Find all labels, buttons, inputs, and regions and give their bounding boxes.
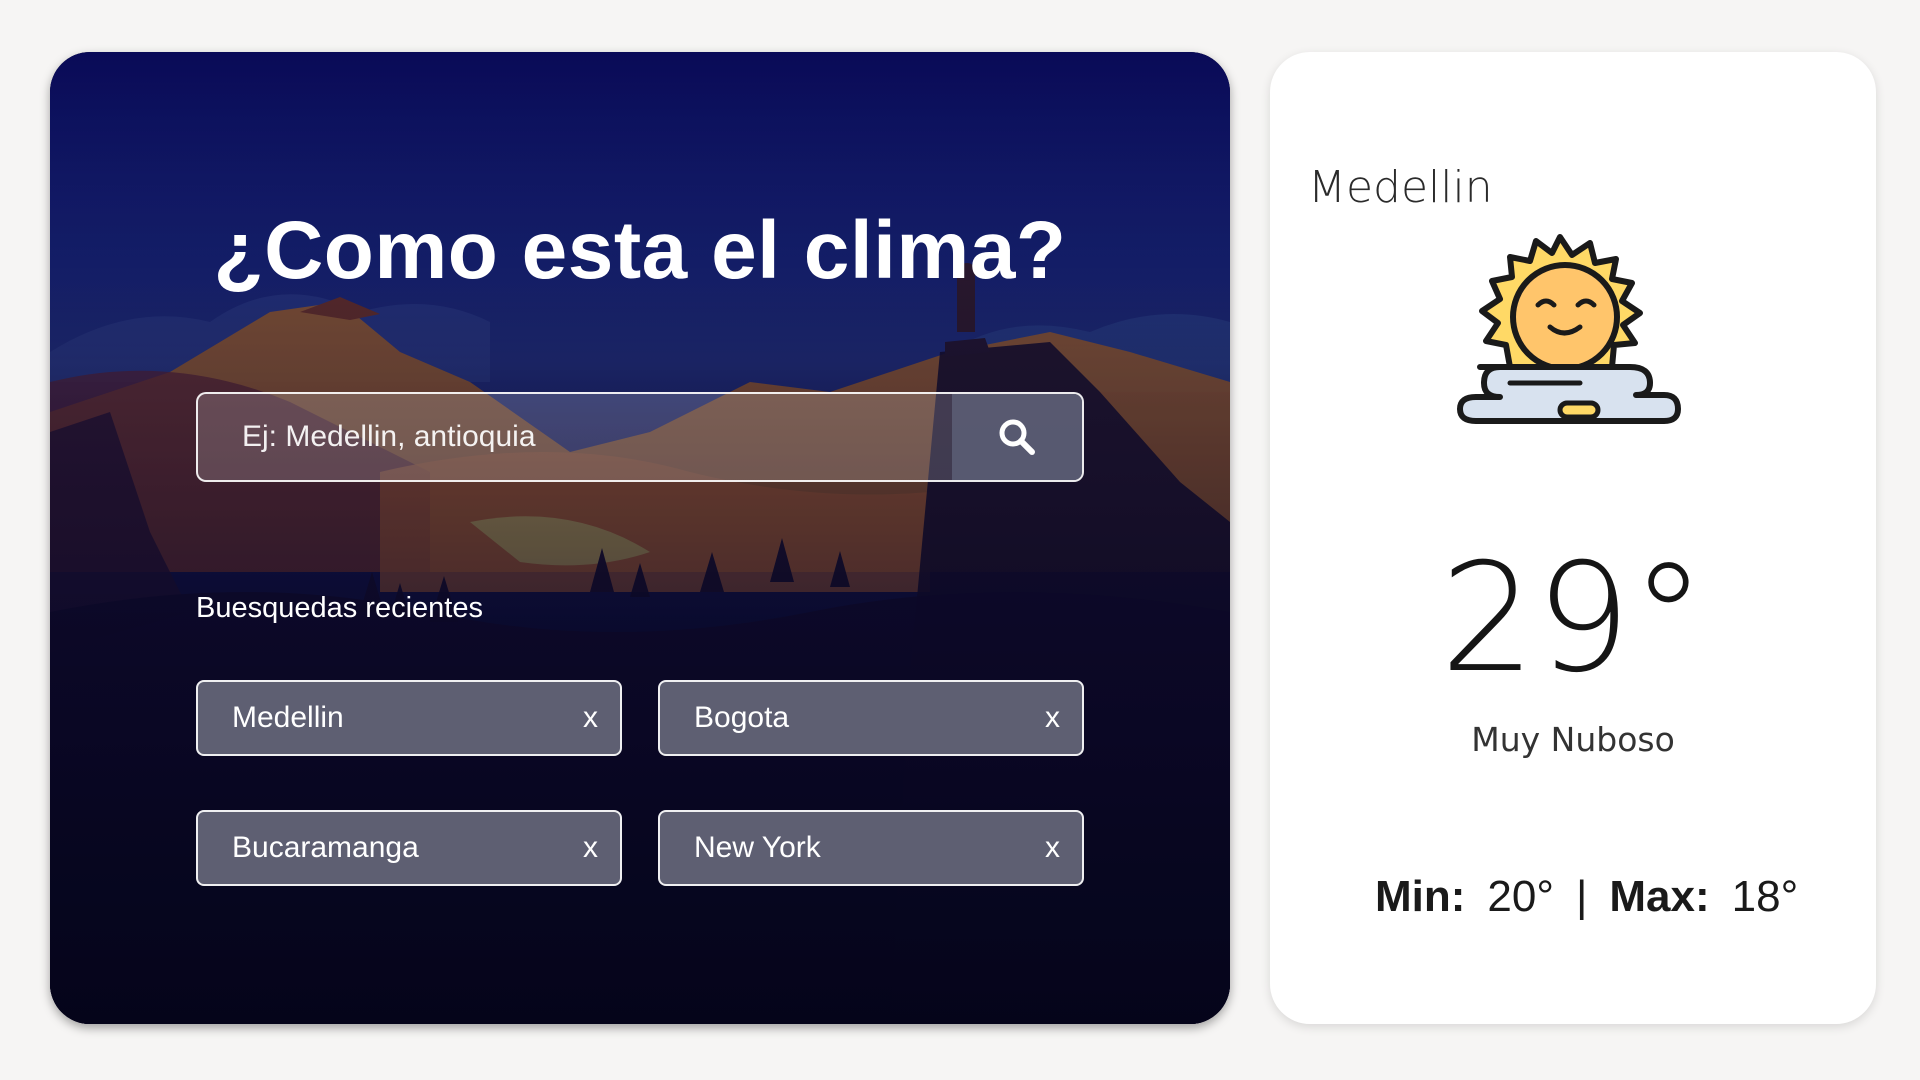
search-button[interactable] — [952, 394, 1082, 480]
min-label: Min: — [1375, 872, 1466, 921]
chip-remove-button[interactable]: x — [1045, 682, 1060, 754]
recent-search-chip-new-york[interactable]: New York x — [658, 810, 1084, 886]
min-value: 20° — [1487, 872, 1554, 921]
search-box — [196, 392, 1084, 482]
chip-label: Bogota — [694, 701, 790, 734]
sun-behind-cloud-icon — [1440, 217, 1710, 487]
max-label: Max: — [1609, 872, 1710, 921]
chip-remove-button[interactable]: x — [583, 812, 598, 884]
min-max-separator: | — [1575, 872, 1588, 921]
temperature-value: 29° — [1440, 532, 1706, 706]
weather-card: Medellin 29° Muy Nuboso Min: 20° | Max: 18° — [1270, 52, 1876, 1024]
recent-search-chip-bucaramanga[interactable]: Bucaramanga x — [196, 810, 622, 886]
max-value: 18° — [1731, 872, 1799, 921]
min-max-temperature: Min: 20° | Max: 18° — [1375, 872, 1798, 922]
chip-label: Medellin — [232, 701, 344, 734]
city-name: Medellin — [1308, 162, 1493, 213]
recent-search-chip-bogota[interactable]: Bogota x — [658, 680, 1084, 756]
chip-label: New York — [694, 831, 821, 864]
chip-remove-button[interactable]: x — [583, 682, 598, 754]
chip-label: Bucaramanga — [232, 831, 419, 864]
search-panel: ¿Como esta el clima? Buesquedas reciente… — [50, 52, 1230, 1024]
search-panel-content: ¿Como esta el clima? Buesquedas reciente… — [50, 52, 1230, 1024]
chip-remove-button[interactable]: x — [1045, 812, 1060, 884]
recent-search-chip-medellin[interactable]: Medellin x — [196, 680, 622, 756]
search-icon — [999, 419, 1035, 455]
search-input[interactable] — [198, 394, 958, 480]
page-title: ¿Como esta el clima? — [213, 205, 1067, 296]
weather-condition: Muy Nuboso — [1471, 720, 1675, 759]
recent-searches-title: Buesquedas recientes — [196, 592, 483, 624]
